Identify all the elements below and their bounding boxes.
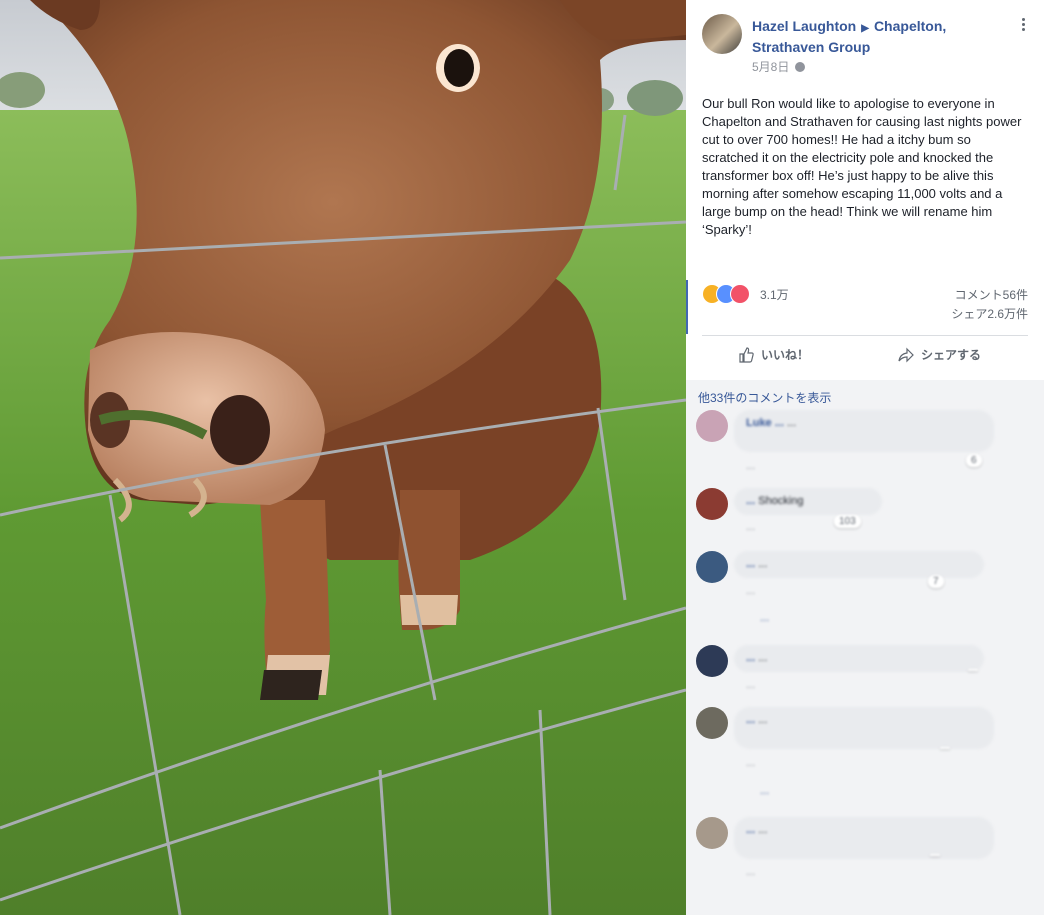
comment-author[interactable]: ... — [746, 824, 755, 836]
post-body: Our bull Ron would like to apologise to … — [702, 96, 1022, 237]
comment-text: ... — [758, 652, 768, 664]
comment-author[interactable]: ... — [746, 558, 755, 570]
avatar[interactable] — [696, 551, 728, 583]
comment-bubble: ... ... — [734, 645, 984, 672]
share-count[interactable]: シェア2.6万件 — [951, 305, 1028, 324]
comment-author[interactable]: ... — [746, 652, 755, 664]
more-icon[interactable] — [1022, 18, 1026, 33]
post-author-line: Hazel Laughton ▶ Chapelton, Strathaven Gro… — [752, 17, 982, 57]
love-icon — [730, 284, 750, 304]
comment-reactions[interactable]: 103 — [834, 515, 861, 528]
comment-reactions[interactable]: 6 — [966, 454, 982, 467]
post-header: Hazel Laughton ▶ Chapelton, Strathaven Gro… — [702, 14, 1032, 74]
comment-bubble: ... ... — [734, 551, 984, 578]
comment-text: ... — [758, 714, 768, 726]
comment-text: ... — [786, 417, 797, 429]
comment-text: ... — [758, 824, 768, 836]
comment-reactions[interactable] — [940, 747, 950, 749]
like-button[interactable]: いいね！ — [738, 346, 809, 363]
scroll-indicator — [686, 280, 688, 334]
post-meta: 5月8日 — [752, 58, 806, 75]
author-avatar[interactable] — [702, 14, 742, 54]
comment-bubble: ... ... — [734, 707, 994, 749]
arrow-right-icon: ▶ — [861, 23, 869, 34]
comment-meta[interactable]: ... — [746, 460, 755, 472]
reaction-count: 3.1万 — [760, 288, 789, 302]
avatar[interactable] — [696, 488, 728, 520]
bull-photo-image — [0, 0, 686, 915]
author-name[interactable]: Hazel Laughton — [752, 18, 856, 34]
globe-icon — [795, 62, 806, 72]
share-icon — [898, 347, 914, 362]
view-more-comments[interactable]: 他33件のコメントを表示 — [698, 389, 831, 406]
comment-author[interactable]: ... — [746, 495, 755, 507]
avatar[interactable] — [696, 645, 728, 677]
post-date[interactable]: 5月8日 — [752, 60, 789, 74]
comment-meta[interactable]: ... — [746, 585, 755, 597]
comment-meta[interactable]: ... — [746, 679, 755, 691]
avatar[interactable] — [696, 817, 728, 849]
comment-bubble: Luke ... ... — [734, 410, 994, 452]
like-icon — [739, 346, 754, 363]
comment-reply[interactable]: ... — [760, 612, 769, 624]
share-button[interactable]: シェアする — [898, 346, 981, 363]
comment-count[interactable]: コメント56件 — [951, 286, 1028, 305]
share-label: シェアする — [921, 348, 982, 362]
comment-text: Shocking — [758, 495, 804, 507]
avatar[interactable] — [696, 410, 728, 442]
comment-meta[interactable]: ... — [746, 866, 755, 878]
comment-bubble: ... Shocking — [734, 488, 882, 515]
post-stats: コメント56件 シェア2.6万件 — [951, 286, 1028, 324]
divider — [702, 335, 1028, 336]
comment-text: ... — [758, 558, 768, 570]
comment-meta[interactable]: ... — [746, 521, 755, 533]
like-label: いいね！ — [761, 348, 810, 362]
comment-author[interactable]: ... — [746, 714, 755, 726]
comment-reactions[interactable] — [968, 669, 978, 671]
post-panel: Hazel Laughton ▶ Chapelton, Strathaven Gro… — [686, 0, 1044, 915]
comment-reactions[interactable] — [930, 854, 940, 856]
comment-bubble: ... ... — [734, 817, 994, 859]
avatar[interactable] — [696, 707, 728, 739]
comment-author[interactable]: Luke ... — [746, 417, 784, 429]
comment-meta[interactable]: ... — [746, 757, 755, 769]
comment-reply[interactable]: ... — [760, 785, 769, 797]
comment-reactions[interactable]: 7 — [928, 575, 944, 588]
post-photo[interactable] — [0, 0, 686, 915]
